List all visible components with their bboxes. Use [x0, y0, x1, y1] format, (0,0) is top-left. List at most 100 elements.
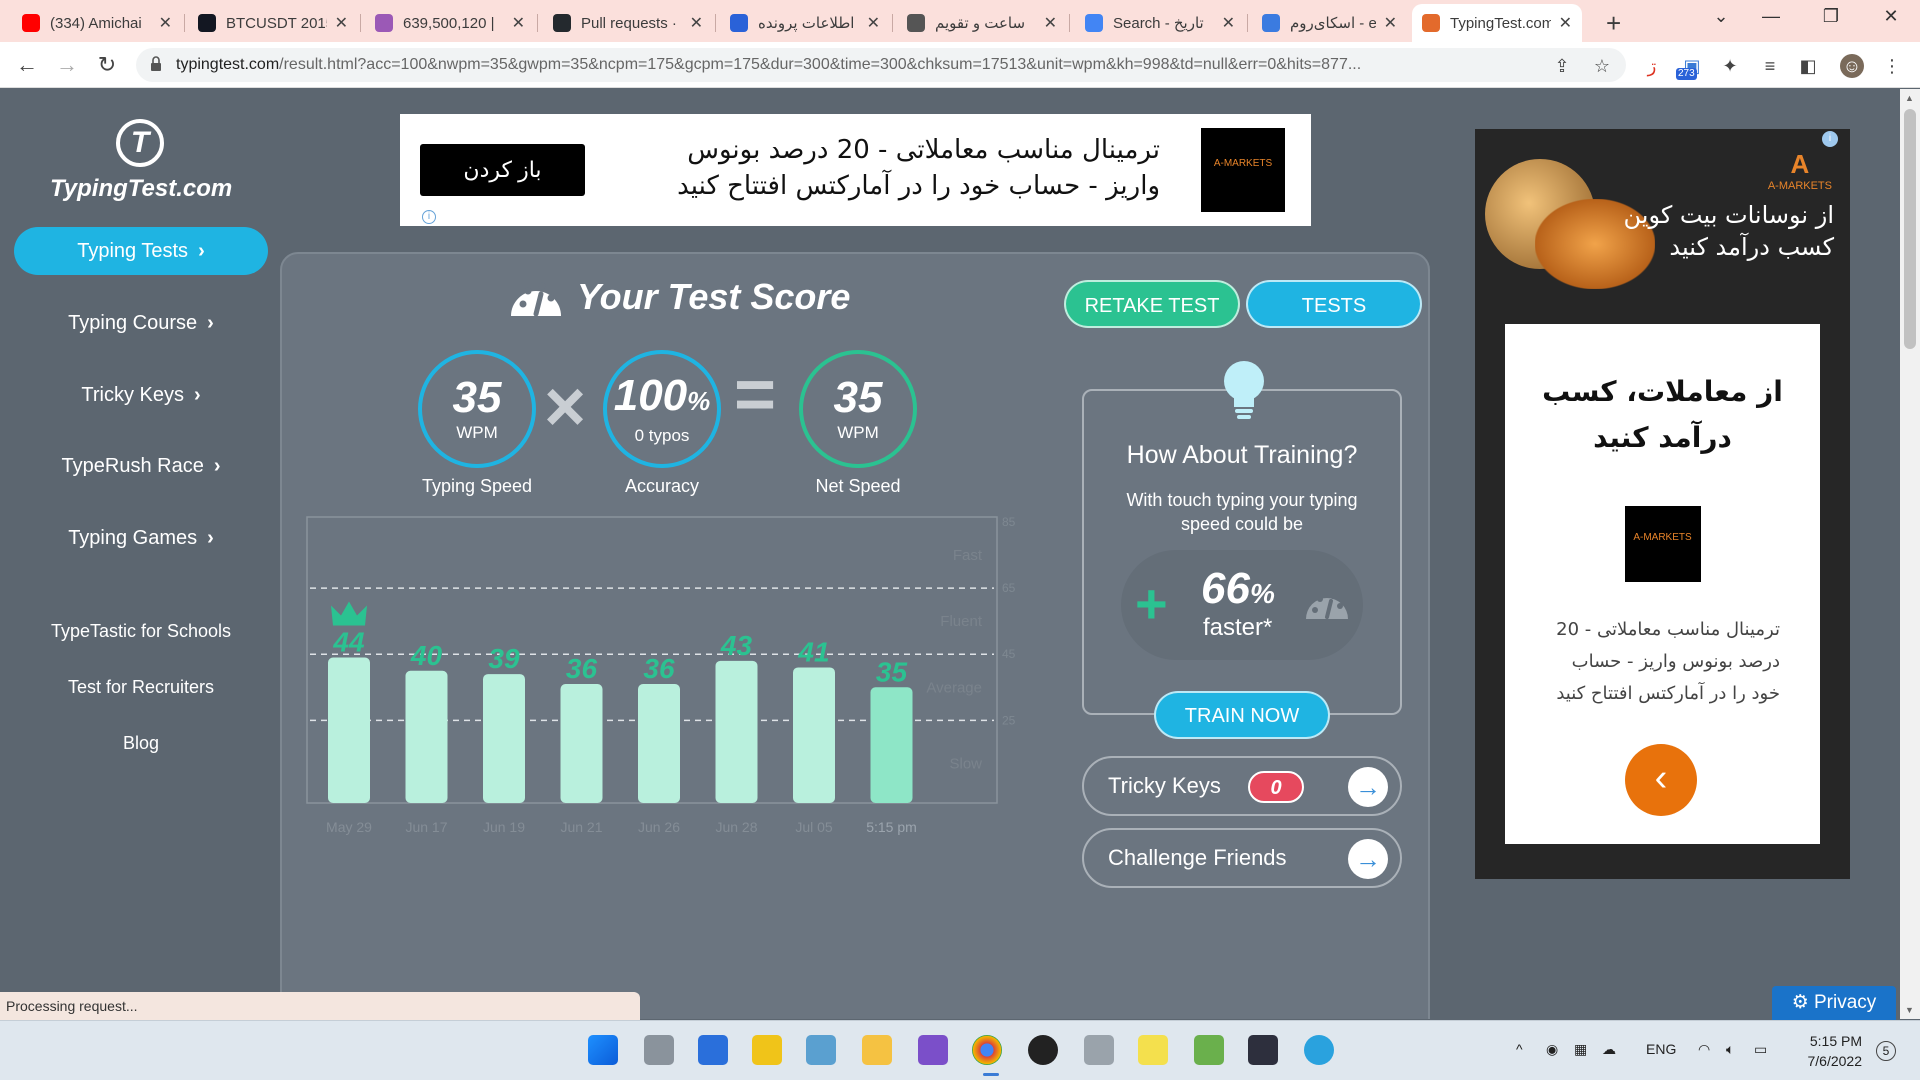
- start-menu-icon[interactable]: [588, 1035, 618, 1065]
- bookmark-star-icon[interactable]: ☆: [1590, 54, 1614, 78]
- ad-banner-top[interactable]: باز کردن ترمینال مناسب معاملاتی - 20 درص…: [400, 114, 1311, 226]
- side-panel-icon[interactable]: ◧: [1796, 54, 1820, 78]
- address-bar[interactable]: typingtest.com/result.html?acc=100&nwpm=…: [136, 48, 1626, 82]
- extensions-puzzle-icon[interactable]: ✦: [1718, 54, 1742, 78]
- browser-tab[interactable]: Pull requests · ✕: [543, 4, 713, 42]
- tab-search-icon[interactable]: ⌄: [1698, 6, 1744, 27]
- minimize-button[interactable]: —: [1748, 6, 1794, 27]
- reload-icon[interactable]: ↻: [92, 50, 122, 80]
- browser-tab[interactable]: (334) Amichai ✕: [12, 4, 182, 42]
- battery-icon[interactable]: ▭: [1754, 1041, 1767, 1058]
- sidebar-item[interactable]: Typing Games ›: [14, 514, 268, 562]
- close-tab-icon[interactable]: ✕: [159, 13, 172, 33]
- chrome-icon[interactable]: [972, 1035, 1002, 1065]
- terminal-icon[interactable]: [1248, 1035, 1278, 1065]
- arrow-right-icon[interactable]: →: [1348, 767, 1388, 807]
- close-tab-icon[interactable]: ✕: [512, 13, 525, 33]
- notification-count-badge[interactable]: 5: [1876, 1041, 1896, 1061]
- new-tab-button[interactable]: +: [1596, 4, 1631, 42]
- reading-list-icon[interactable]: ≡: [1758, 54, 1782, 78]
- browser-tab[interactable]: ساعت و تقویم ✕: [897, 4, 1067, 42]
- ad-sidebar[interactable]: A A-MARKETS از نوسانات بیت کوین کسب درآمد…: [1475, 129, 1850, 879]
- widgets-icon[interactable]: [698, 1035, 728, 1065]
- back-icon[interactable]: ←: [12, 50, 42, 80]
- tray-app2-icon[interactable]: ▦: [1574, 1041, 1587, 1058]
- close-tab-icon[interactable]: ✕: [1559, 13, 1572, 33]
- browser-tab-title: اطلاعات پرونده: [758, 15, 855, 32]
- ad-open-button[interactable]: باز کردن: [420, 144, 585, 196]
- photos-icon[interactable]: [806, 1035, 836, 1065]
- visual-studio-icon[interactable]: [918, 1035, 948, 1065]
- lock-icon[interactable]: [150, 56, 162, 72]
- retake-test-button[interactable]: RETAKE TEST: [1064, 280, 1240, 328]
- scroll-down-icon[interactable]: ▼: [1905, 1005, 1914, 1015]
- clock[interactable]: 5:15 PM 7/6/2022: [1800, 1031, 1863, 1071]
- typing-speed-value: 35: [452, 373, 502, 422]
- close-tab-icon[interactable]: ✕: [690, 13, 703, 33]
- chevron-right-icon: ›: [213, 454, 221, 477]
- ad-info-icon[interactable]: i: [1822, 131, 1838, 147]
- sidebar-item[interactable]: Tricky Keys ›: [14, 371, 268, 419]
- task-view-icon[interactable]: [644, 1035, 674, 1065]
- browser-tab[interactable]: BTCUSDT 2015 ✕: [188, 4, 358, 42]
- training-subtext: With touch typing your typing speed coul…: [1126, 490, 1358, 534]
- site-logo[interactable]: T TypingTest.com: [50, 119, 232, 203]
- language-indicator[interactable]: ENG: [1646, 1041, 1676, 1057]
- browser-tab[interactable]: 639,500,120 | ✕: [365, 4, 535, 42]
- restore-button[interactable]: ❐: [1808, 6, 1854, 27]
- wallet-icon: [375, 14, 393, 32]
- browser-tab[interactable]: Search - تاریخ ✕: [1075, 4, 1245, 42]
- score-title: Your Test Score: [507, 274, 850, 320]
- page-scrollbar[interactable]: ▲ ▼: [1900, 89, 1920, 1019]
- scroll-up-icon[interactable]: ▲: [1905, 93, 1914, 103]
- profile-avatar[interactable]: ☺: [1840, 54, 1864, 78]
- chart-value-label: 41: [797, 636, 829, 667]
- browser-tab[interactable]: اطلاعات پرونده ✕: [720, 4, 890, 42]
- close-tab-icon[interactable]: ✕: [1222, 13, 1235, 33]
- page-content: T TypingTest.com باز کردن ترمینال مناسب …: [0, 89, 1920, 1019]
- ad-go-button[interactable]: ‹: [1625, 744, 1697, 816]
- speed-history-chart: 85 65 45 25 Fast Fluent Average Slow 44 May 29 40…: [306, 516, 1056, 846]
- browser-tab[interactable]: TypingTest.com ✕: [1412, 4, 1582, 42]
- challenge-friends-button[interactable]: Challenge Friends →: [1082, 828, 1402, 888]
- telegram-icon[interactable]: [1304, 1035, 1334, 1065]
- browser-tab[interactable]: اسکای‌روم - est ✕: [1252, 4, 1407, 42]
- tray-app-icon[interactable]: ◉: [1546, 1041, 1558, 1058]
- sidebar-item[interactable]: TypeRush Race ›: [14, 442, 268, 490]
- tray-chevron-icon[interactable]: ^: [1516, 1041, 1523, 1057]
- close-window-button[interactable]: ✕: [1868, 6, 1914, 27]
- wifi-icon[interactable]: ◠: [1698, 1041, 1710, 1058]
- sidebar-link[interactable]: Test for Recruiters: [14, 677, 268, 698]
- tests-button[interactable]: TESTS: [1246, 280, 1422, 328]
- calculator-icon[interactable]: [1084, 1035, 1114, 1065]
- close-tab-icon[interactable]: ✕: [1384, 13, 1397, 33]
- privacy-button[interactable]: ⚙ Privacy: [1772, 986, 1896, 1020]
- ad-info-icon[interactable]: i: [422, 210, 436, 224]
- forward-icon[interactable]: →: [52, 50, 82, 80]
- sidebar-link[interactable]: TypeTastic for Schools: [14, 621, 268, 642]
- app-icon[interactable]: [1194, 1035, 1224, 1065]
- share-icon[interactable]: ⇪: [1550, 54, 1574, 78]
- wordpress-icon[interactable]: [1028, 1035, 1058, 1065]
- extension-translate-icon[interactable]: 273 ▣: [1676, 54, 1704, 80]
- extension-red-icon[interactable]: ڗ: [1640, 54, 1664, 78]
- tricky-keys-button[interactable]: Tricky Keys 0 →: [1082, 756, 1402, 816]
- sidebar-item[interactable]: Typing Tests ›: [14, 227, 268, 275]
- train-now-button[interactable]: TRAIN NOW: [1154, 691, 1330, 739]
- file-explorer-icon[interactable]: [862, 1035, 892, 1065]
- volume-icon[interactable]: 🔈︎: [1726, 1041, 1734, 1058]
- accuracy-typos: 0 typos: [634, 425, 690, 445]
- scrollbar-thumb[interactable]: [1904, 109, 1916, 349]
- menu-dots-icon[interactable]: ⋮: [1880, 54, 1904, 78]
- sidebar-item[interactable]: Typing Course ›: [14, 299, 268, 347]
- close-tab-icon[interactable]: ✕: [1044, 13, 1057, 33]
- browser-tab-title: ساعت و تقویم: [935, 15, 1026, 32]
- tab-separator: [892, 14, 893, 32]
- close-tab-icon[interactable]: ✕: [335, 13, 348, 33]
- close-tab-icon[interactable]: ✕: [867, 13, 880, 33]
- store-icon[interactable]: [752, 1035, 782, 1065]
- sidebar-link[interactable]: Blog: [14, 733, 268, 754]
- media-player-icon[interactable]: [1138, 1035, 1168, 1065]
- arrow-right-icon[interactable]: →: [1348, 839, 1388, 879]
- tray-cloud-icon[interactable]: ☁: [1602, 1041, 1616, 1058]
